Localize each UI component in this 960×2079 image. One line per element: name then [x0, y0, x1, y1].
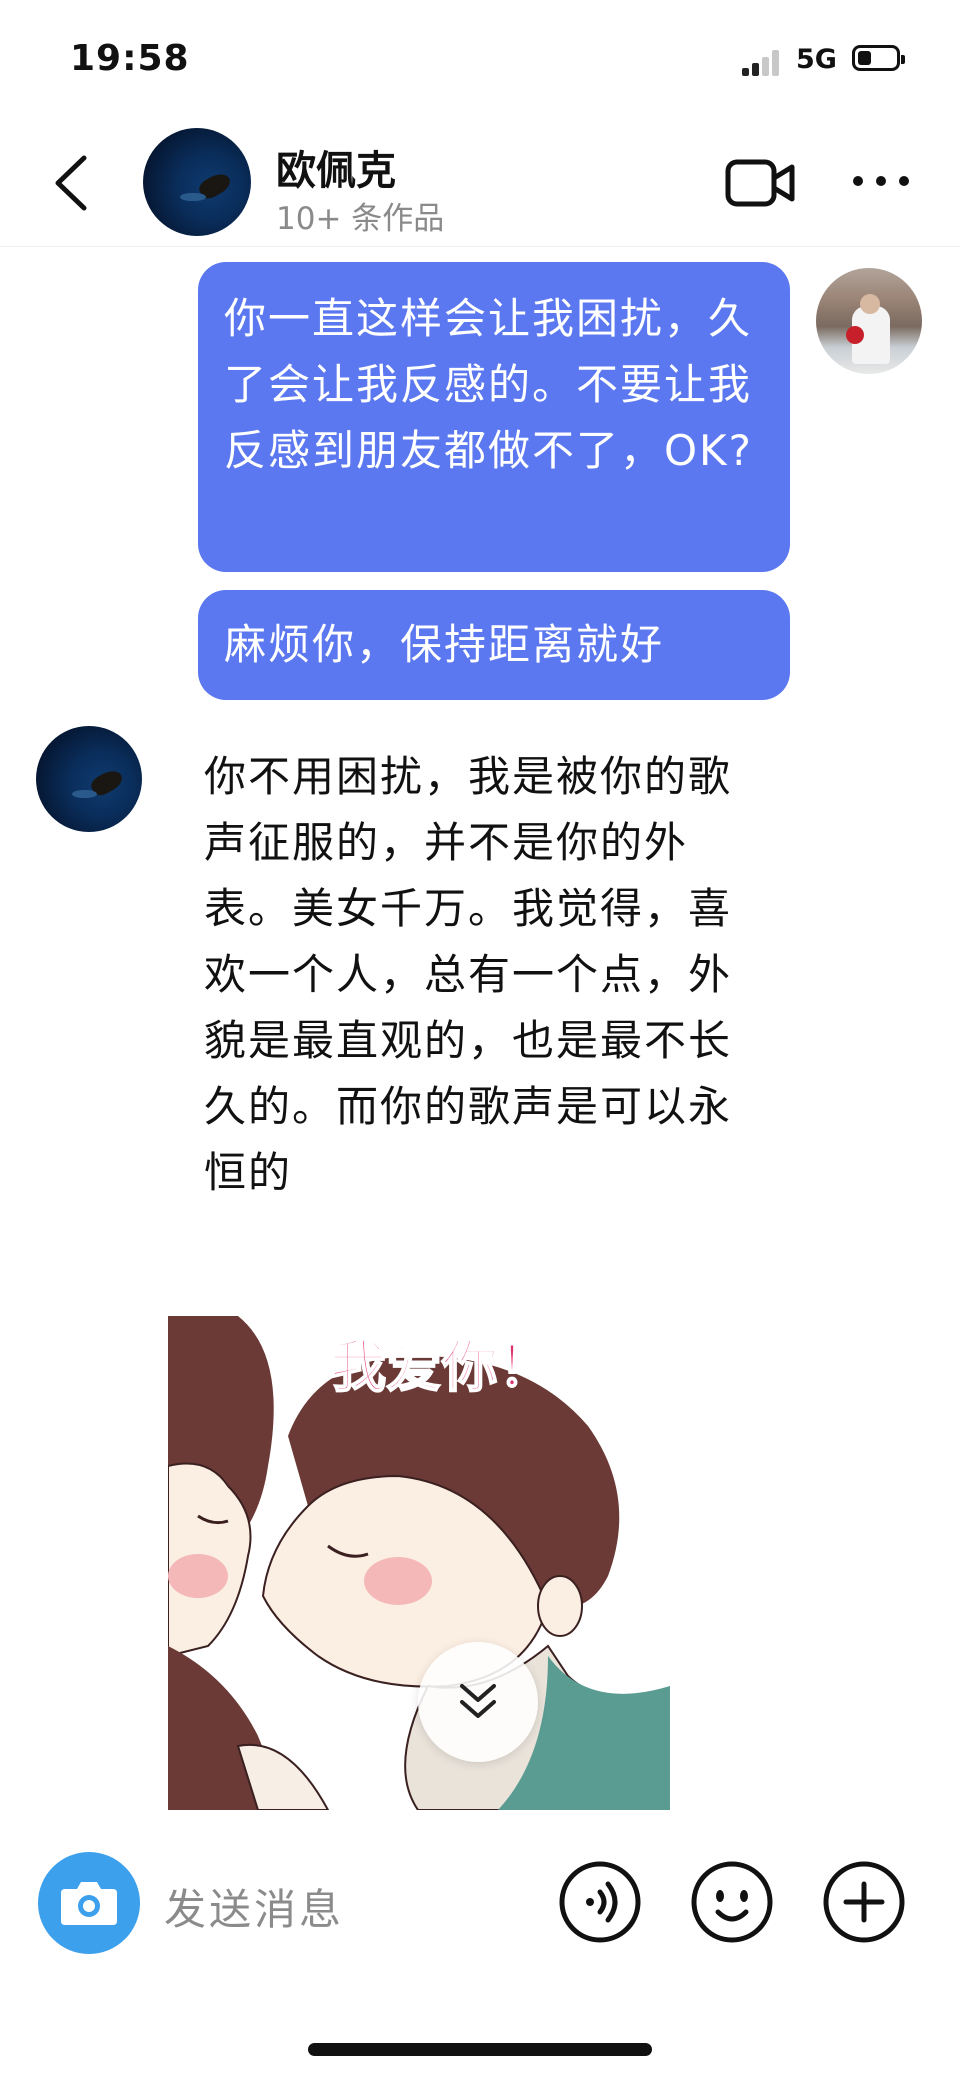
back-button[interactable] [42, 148, 102, 218]
message-input[interactable]: 发送消息 [164, 1876, 344, 1937]
battery-icon [852, 45, 905, 71]
contact-avatar[interactable] [143, 128, 251, 236]
double-chevron-down-icon [460, 1684, 496, 1718]
message-text-received[interactable]: 你不用困扰，我是被你的歌声征服的，并不是你的外表。美女千万。我觉得，喜欢一个人，… [204, 744, 764, 1206]
chevron-left-icon [55, 155, 87, 211]
sender-avatar[interactable] [36, 726, 142, 832]
emoji-button[interactable] [690, 1860, 774, 1944]
scroll-down-button[interactable] [418, 1642, 538, 1762]
plus-icon [823, 1861, 905, 1943]
more-dots-icon [853, 176, 909, 186]
emoji-icon [691, 1861, 773, 1943]
contact-subtitle[interactable]: 10+ 条作品 [276, 193, 444, 238]
camera-button[interactable] [38, 1852, 140, 1954]
network-label: 5G [796, 44, 837, 75]
plus-button[interactable] [822, 1860, 906, 1944]
my-avatar[interactable] [816, 268, 922, 374]
video-camera-icon [725, 159, 795, 207]
camera-icon [61, 1882, 117, 1925]
message-bubble-sent[interactable]: 麻烦你，保持距离就好 [198, 590, 790, 700]
message-bubble-sent[interactable]: 你一直这样会让我困扰，久了会让我反感的。不要让我反感到朋友都做不了，OK? [198, 262, 790, 572]
signal-icon [742, 46, 786, 76]
video-call-button[interactable] [724, 156, 798, 210]
voice-button[interactable] [558, 1860, 642, 1944]
voice-icon [559, 1861, 641, 1943]
sticker-caption: 我爱你！ [330, 1335, 554, 1400]
status-time: 19:58 [70, 38, 190, 79]
header-divider [0, 246, 960, 247]
home-indicator[interactable] [308, 2043, 652, 2056]
more-button[interactable] [850, 166, 912, 196]
sticker-image[interactable]: 我爱你！ [167, 1316, 671, 1811]
contact-name[interactable]: 欧佩克 [276, 138, 396, 196]
